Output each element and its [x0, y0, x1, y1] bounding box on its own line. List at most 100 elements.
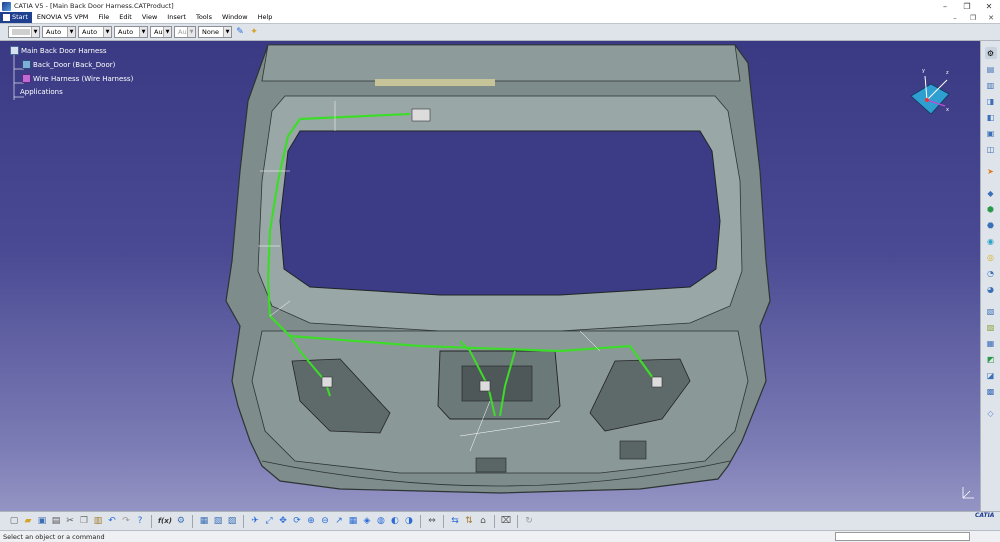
pocket-icon[interactable]: ⬣ [985, 219, 997, 231]
point-symbol-combo[interactable]: Aut ▼ [150, 26, 172, 38]
new-icon[interactable]: ▢ [8, 515, 20, 528]
zoom-in-icon[interactable]: ⊕ [305, 515, 317, 528]
harness-flatten-icon[interactable]: ⇆ [449, 515, 461, 528]
command-input[interactable] [835, 532, 970, 541]
measure-icon[interactable]: ◇ [985, 407, 997, 419]
color-combo[interactable]: ▼ [8, 26, 40, 38]
tree-item-back-door[interactable]: Back_Door (Back_Door) [22, 60, 115, 69]
pad-icon[interactable]: ⬢ [985, 203, 997, 215]
line-thickness-combo[interactable]: Auto ▼ [78, 26, 112, 38]
rotate-icon[interactable]: ⟳ [291, 515, 303, 528]
properties-icon[interactable]: ✦ [248, 26, 260, 38]
doc-restore-button[interactable]: ❐ [964, 12, 982, 23]
hole-icon[interactable]: ◎ [985, 251, 997, 263]
layer-value: None [202, 28, 219, 36]
workbench-icon[interactable]: ⚙ [984, 47, 997, 59]
help-icon[interactable]: ? [134, 515, 146, 528]
menu-view[interactable]: View [137, 12, 162, 23]
normal-view-icon[interactable]: ↗ [333, 515, 345, 528]
segment-icon[interactable]: ▥ [985, 79, 997, 91]
format-painter-icon[interactable]: ✎ [234, 26, 246, 38]
close-button[interactable]: ✕ [978, 0, 1000, 12]
fly-mode-icon[interactable]: ✈ [249, 515, 261, 528]
chevron-down-icon: ▼ [139, 27, 147, 37]
transparency-combo[interactable]: Auto ▼ [42, 26, 76, 38]
thickness-icon[interactable]: ▦ [985, 337, 997, 349]
rendering-style-combo[interactable]: Aut ▼ [174, 26, 196, 38]
product-structure-icon[interactable]: ▧ [212, 515, 224, 528]
doc-minimize-button[interactable]: – [946, 12, 964, 23]
local-slack-icon[interactable]: ◫ [985, 143, 997, 155]
line-type-combo[interactable]: Auto ▼ [114, 26, 148, 38]
chevron-down-icon: ▼ [223, 27, 231, 37]
open-icon[interactable]: ▰ [22, 515, 34, 528]
select-pointer-icon[interactable]: ➤ [985, 165, 997, 177]
menu-help[interactable]: Help [253, 12, 278, 23]
window-title: CATIA V5 - [Main Back Door Harness.CATPr… [14, 2, 174, 10]
chamfer-icon[interactable]: ◕ [985, 283, 997, 295]
undo-icon[interactable]: ↶ [106, 515, 118, 528]
tree-item-applications[interactable]: Applications [20, 88, 63, 96]
clip-icon[interactable]: ▣ [985, 127, 997, 139]
pan-icon[interactable]: ✥ [277, 515, 289, 528]
shell-icon[interactable]: ▨ [985, 321, 997, 333]
catia-app-icon[interactable] [2, 1, 11, 11]
layer-combo[interactable]: None ▼ [198, 26, 232, 38]
back-door-model [225, 44, 771, 494]
protection-icon[interactable]: ◧ [985, 111, 997, 123]
refresh-icon[interactable]: ↻ [523, 515, 535, 528]
catalog-icon[interactable]: ▦ [198, 515, 210, 528]
sketch-icon[interactable]: ◆ [985, 187, 997, 199]
menu-window[interactable]: Window [217, 12, 253, 23]
menu-start[interactable]: Start [0, 12, 32, 23]
measure-between-icon[interactable]: ⇔ [426, 515, 438, 528]
menu-edit[interactable]: Edit [114, 12, 137, 23]
maximize-button[interactable]: ❐ [956, 0, 978, 12]
separator [442, 514, 444, 528]
menu-tools[interactable]: Tools [191, 12, 217, 23]
multi-view-icon[interactable]: ▦ [347, 515, 359, 528]
tree-item-wire-harness[interactable]: Wire Harness (Wire Harness) [22, 74, 133, 83]
cut-icon[interactable]: ✂ [64, 515, 76, 528]
line-type-value: Auto [118, 28, 134, 36]
redo-icon[interactable]: ↷ [120, 515, 132, 528]
swap-visible-icon[interactable]: ◑ [403, 515, 415, 528]
zoom-out-icon[interactable]: ⊖ [319, 515, 331, 528]
connector-icon[interactable]: ⌂ [477, 515, 489, 528]
shading-icon[interactable]: ◍ [375, 515, 387, 528]
menu-file[interactable]: File [93, 12, 114, 23]
separator [242, 514, 244, 528]
knowledge-icon[interactable]: ⚙ [175, 515, 187, 528]
mirror-icon[interactable]: ◩ [985, 353, 997, 365]
bundle-continuity-icon[interactable]: ⇅ [463, 515, 475, 528]
formula-button[interactable]: f(x) [157, 517, 173, 525]
iso-view-icon[interactable]: ◈ [361, 515, 373, 528]
chevron-down-icon: ▼ [187, 27, 195, 37]
copy-icon[interactable]: ❐ [78, 515, 90, 528]
menu-enovia[interactable]: ENOVIA V5 VPM [32, 12, 93, 23]
fillet-icon[interactable]: ◔ [985, 267, 997, 279]
pattern-icon[interactable]: ◪ [985, 369, 997, 381]
catia-logo: CATIA [975, 512, 995, 519]
shaft-icon[interactable]: ◉ [985, 235, 997, 247]
hide-show-icon[interactable]: ◐ [389, 515, 401, 528]
draft-icon[interactable]: ▧ [985, 305, 997, 317]
tree-item-back-door-label: Back_Door (Back_Door) [33, 60, 116, 69]
scale-icon[interactable]: ▩ [985, 385, 997, 397]
doc-close-button[interactable]: ✕ [982, 12, 1000, 23]
camera-icon[interactable]: ⌧ [500, 515, 512, 528]
status-bar: Select an object or a command [0, 530, 1000, 542]
bundle-icon[interactable]: ▤ [985, 63, 997, 75]
title-bar: CATIA V5 - [Main Back Door Harness.CATPr… [0, 0, 1000, 12]
fit-all-icon[interactable]: ⤢ [263, 515, 275, 528]
minimize-button[interactable]: – [934, 0, 956, 12]
tree-root[interactable]: Main Back Door Harness [10, 46, 107, 55]
paste-icon[interactable]: ▥ [92, 515, 104, 528]
print-icon[interactable]: ▤ [50, 515, 62, 528]
branch-icon[interactable]: ◨ [985, 95, 997, 107]
tree-expand-icon[interactable]: ▨ [226, 515, 238, 528]
save-icon[interactable]: ▣ [36, 515, 48, 528]
line-thickness-value: Auto [82, 28, 98, 36]
menu-insert[interactable]: Insert [162, 12, 191, 23]
3d-viewport[interactable]: y z x [0, 41, 980, 511]
